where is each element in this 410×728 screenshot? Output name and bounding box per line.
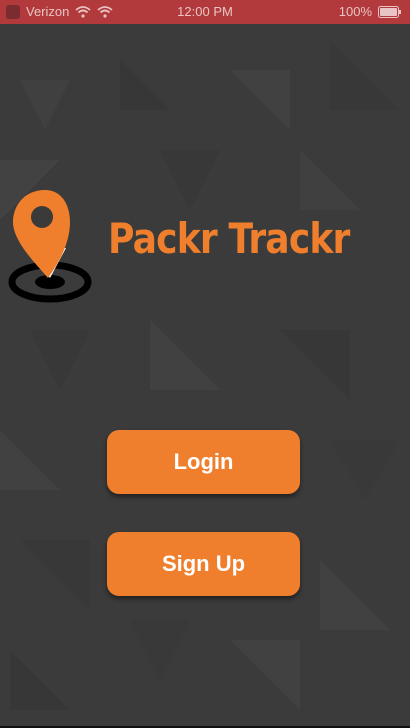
location-pin-icon <box>8 190 92 303</box>
login-button[interactable]: Login <box>107 430 300 494</box>
app-screen: Verizon 12:00 PM 100% Packr Trackr Login… <box>0 0 410 728</box>
status-bar: Verizon 12:00 PM 100% <box>0 0 410 24</box>
app-title: Packr Trackr <box>108 214 350 263</box>
battery-icon <box>378 5 401 18</box>
status-bar-right: 100% <box>339 4 402 19</box>
battery-percent: 100% <box>338 4 372 19</box>
signup-button-label: Sign Up <box>161 551 246 576</box>
signup-button[interactable]: Sign Up <box>107 532 300 596</box>
background-pattern <box>0 0 410 728</box>
login-button-label: Login <box>173 449 234 474</box>
